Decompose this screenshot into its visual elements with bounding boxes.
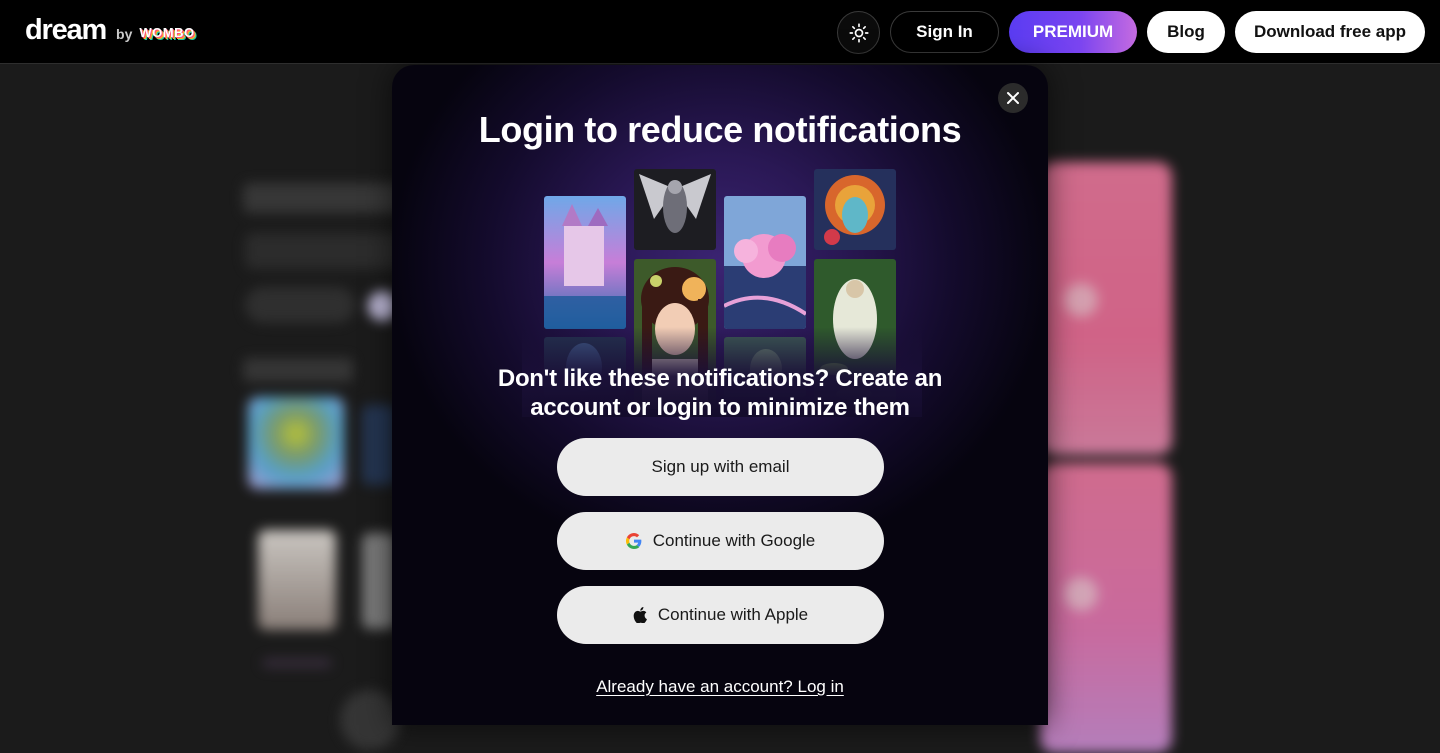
background-result-card [1040,162,1172,455]
background-result-icon [1064,283,1098,317]
background-input-placeholder [245,233,415,269]
background-art-card [362,405,396,485]
sun-icon [848,22,869,43]
sign-up-email-label: Sign up with email [651,457,790,476]
background-subheading-placeholder [243,358,353,382]
theme-toggle-button[interactable] [837,11,880,54]
artwork-goddess-image [814,169,896,250]
artwork-blossom-image [724,196,806,329]
login-link-container: Already have an account? Log in [392,677,1048,697]
background-art-card [362,533,396,629]
download-app-button[interactable]: Download free app [1235,11,1425,53]
blog-button[interactable]: Blog [1147,11,1225,53]
brand-by-text: by [116,26,133,42]
login-modal: Login to reduce notifications Don't like… [392,65,1048,725]
continue-google-label: Continue with Google [652,531,816,550]
background-art-card [248,397,344,489]
artwork-castle-image [544,196,626,329]
top-navigation-bar: dream by WOMBO Sign In PREMIUM Blog Down… [0,0,1440,64]
sign-in-button[interactable]: Sign In [890,11,999,53]
modal-title: Login to reduce notifications [478,109,962,150]
background-heading-placeholder [243,183,413,213]
brand-logo[interactable]: dream by WOMBO [25,14,195,47]
modal-subtitle: Don't like these notifications? Create a… [497,365,943,421]
close-icon [1007,92,1019,104]
premium-button[interactable]: PREMIUM [1009,11,1137,53]
background-chip-placeholder [245,287,355,323]
continue-apple-label: Continue with Apple [657,605,809,624]
continue-apple-button[interactable]: Continue with Apple [557,586,884,644]
google-icon [625,533,642,549]
background-button-placeholder [340,690,400,750]
background-result-icon [1064,577,1098,611]
background-result-card [1040,463,1172,753]
apple-icon [633,607,647,623]
artwork-angel-image [634,169,716,250]
background-dots-placeholder [262,658,332,668]
already-have-account-login-link[interactable]: Already have an account? Log in [596,677,844,696]
continue-google-button[interactable]: Continue with Google [557,512,884,570]
background-art-card [258,530,336,630]
sign-up-email-button[interactable]: Sign up with email [557,438,884,496]
brand-name: dream [25,14,107,46]
brand-partner-logo: WOMBO [139,25,195,40]
